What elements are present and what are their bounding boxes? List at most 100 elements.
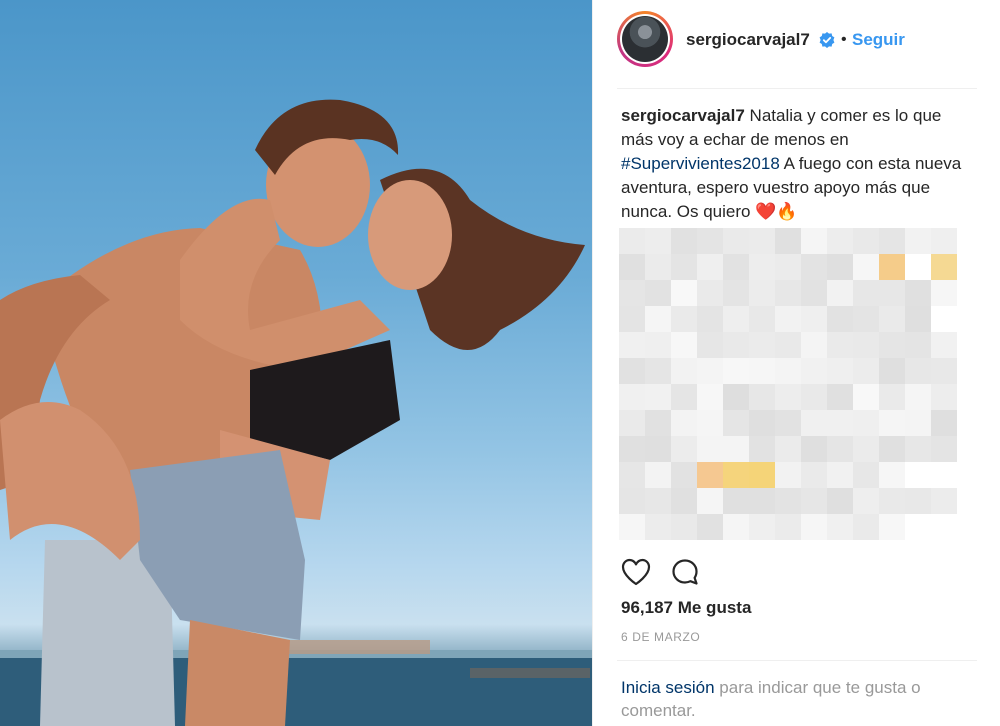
mosaic-tile — [879, 514, 905, 540]
mosaic-tile — [801, 514, 827, 540]
post-date: 6 DE MARZO — [621, 630, 701, 644]
mosaic-tile — [775, 228, 801, 254]
mosaic-tile — [827, 462, 853, 488]
mosaic-tile — [749, 410, 775, 436]
mosaic-tile — [853, 410, 879, 436]
mosaic-tile — [801, 228, 827, 254]
mosaic-tile — [775, 358, 801, 384]
mosaic-tile — [645, 306, 671, 332]
comment-icon[interactable] — [671, 558, 699, 586]
mosaic-tile — [619, 514, 645, 540]
mosaic-tile — [671, 410, 697, 436]
mosaic-tile — [723, 384, 749, 410]
mosaic-tile — [749, 514, 775, 540]
mosaic-tile — [749, 436, 775, 462]
mosaic-tile — [645, 332, 671, 358]
mosaic-tile — [853, 306, 879, 332]
mosaic-tile — [905, 280, 931, 306]
post-side-panel: sergiocarvajal7 • Seguir sergiocarvajal7… — [592, 0, 1000, 726]
mosaic-tile — [749, 254, 775, 280]
mosaic-tile — [671, 358, 697, 384]
mosaic-tile — [879, 228, 905, 254]
mosaic-tile — [619, 410, 645, 436]
mosaic-tile — [853, 436, 879, 462]
mosaic-tile — [905, 410, 931, 436]
mosaic-tile — [645, 410, 671, 436]
mosaic-tile — [879, 254, 905, 280]
mosaic-tile — [801, 306, 827, 332]
mosaic-tile — [723, 280, 749, 306]
mosaic-tile — [619, 384, 645, 410]
mosaic-tile — [697, 384, 723, 410]
mosaic-tile — [697, 514, 723, 540]
mosaic-tile — [879, 280, 905, 306]
mosaic-tile — [827, 332, 853, 358]
mosaic-tile — [931, 384, 957, 410]
photo-illustration — [0, 99, 592, 726]
mosaic-tile — [853, 488, 879, 514]
mosaic-tile — [671, 462, 697, 488]
caption-username[interactable]: sergiocarvajal7 — [621, 106, 745, 125]
likes-count[interactable]: 96,187 Me gusta — [621, 598, 751, 618]
mosaic-tile — [671, 436, 697, 462]
footer-divider — [617, 660, 977, 661]
mosaic-tile — [723, 410, 749, 436]
username-link[interactable]: sergiocarvajal7 — [686, 30, 810, 50]
mosaic-tile — [619, 306, 645, 332]
mosaic-tile — [645, 462, 671, 488]
mosaic-tile — [931, 436, 957, 462]
mosaic-tile — [671, 488, 697, 514]
mosaic-tile — [697, 254, 723, 280]
mosaic-tile — [749, 488, 775, 514]
mosaic-tile — [645, 358, 671, 384]
mosaic-tile — [801, 488, 827, 514]
mosaic-tile — [723, 462, 749, 488]
mosaic-tile — [619, 228, 645, 254]
mosaic-tile — [801, 462, 827, 488]
verified-badge-icon — [819, 32, 835, 48]
mosaic-tile — [697, 436, 723, 462]
mosaic-tile — [645, 436, 671, 462]
mosaic-tile — [827, 358, 853, 384]
mosaic-tile — [801, 332, 827, 358]
login-link[interactable]: Inicia sesión — [621, 678, 715, 697]
mosaic-tile — [775, 436, 801, 462]
header-divider — [617, 88, 977, 89]
mosaic-tile — [879, 384, 905, 410]
mosaic-tile — [801, 410, 827, 436]
mosaic-tile — [905, 384, 931, 410]
mosaic-tile — [853, 332, 879, 358]
mosaic-tile — [853, 254, 879, 280]
mosaic-tile — [853, 358, 879, 384]
avatar[interactable] — [617, 11, 673, 67]
mosaic-tile — [827, 488, 853, 514]
login-prompt: Inicia sesión para indicar que te gusta … — [621, 676, 981, 722]
avatar-inner — [620, 14, 670, 64]
caption-emojis: ❤️🔥 — [755, 202, 798, 221]
mosaic-tile — [723, 488, 749, 514]
mosaic-tile — [827, 254, 853, 280]
avatar-image — [622, 16, 668, 62]
mosaic-tile — [697, 462, 723, 488]
mosaic-tile — [931, 410, 957, 436]
post-photo — [0, 0, 592, 726]
mosaic-tile — [749, 228, 775, 254]
mosaic-tile — [775, 332, 801, 358]
mosaic-tile — [723, 436, 749, 462]
mosaic-tile — [827, 410, 853, 436]
mosaic-tile — [671, 280, 697, 306]
post-header: sergiocarvajal7 • Seguir — [593, 0, 993, 88]
mosaic-tile — [801, 254, 827, 280]
mosaic-tile — [931, 488, 957, 514]
mosaic-tile — [905, 306, 931, 332]
pixelated-comments-mosaic — [619, 228, 957, 540]
follow-button[interactable]: Seguir — [852, 30, 905, 50]
separator-dot: • — [841, 31, 847, 48]
mosaic-tile — [931, 228, 957, 254]
heart-icon[interactable] — [621, 558, 651, 586]
mosaic-tile — [775, 306, 801, 332]
pixelated-comments — [619, 228, 965, 550]
caption-hashtag[interactable]: #Supervivientes2018 — [621, 154, 780, 173]
action-bar — [621, 558, 721, 588]
mosaic-tile — [905, 332, 931, 358]
